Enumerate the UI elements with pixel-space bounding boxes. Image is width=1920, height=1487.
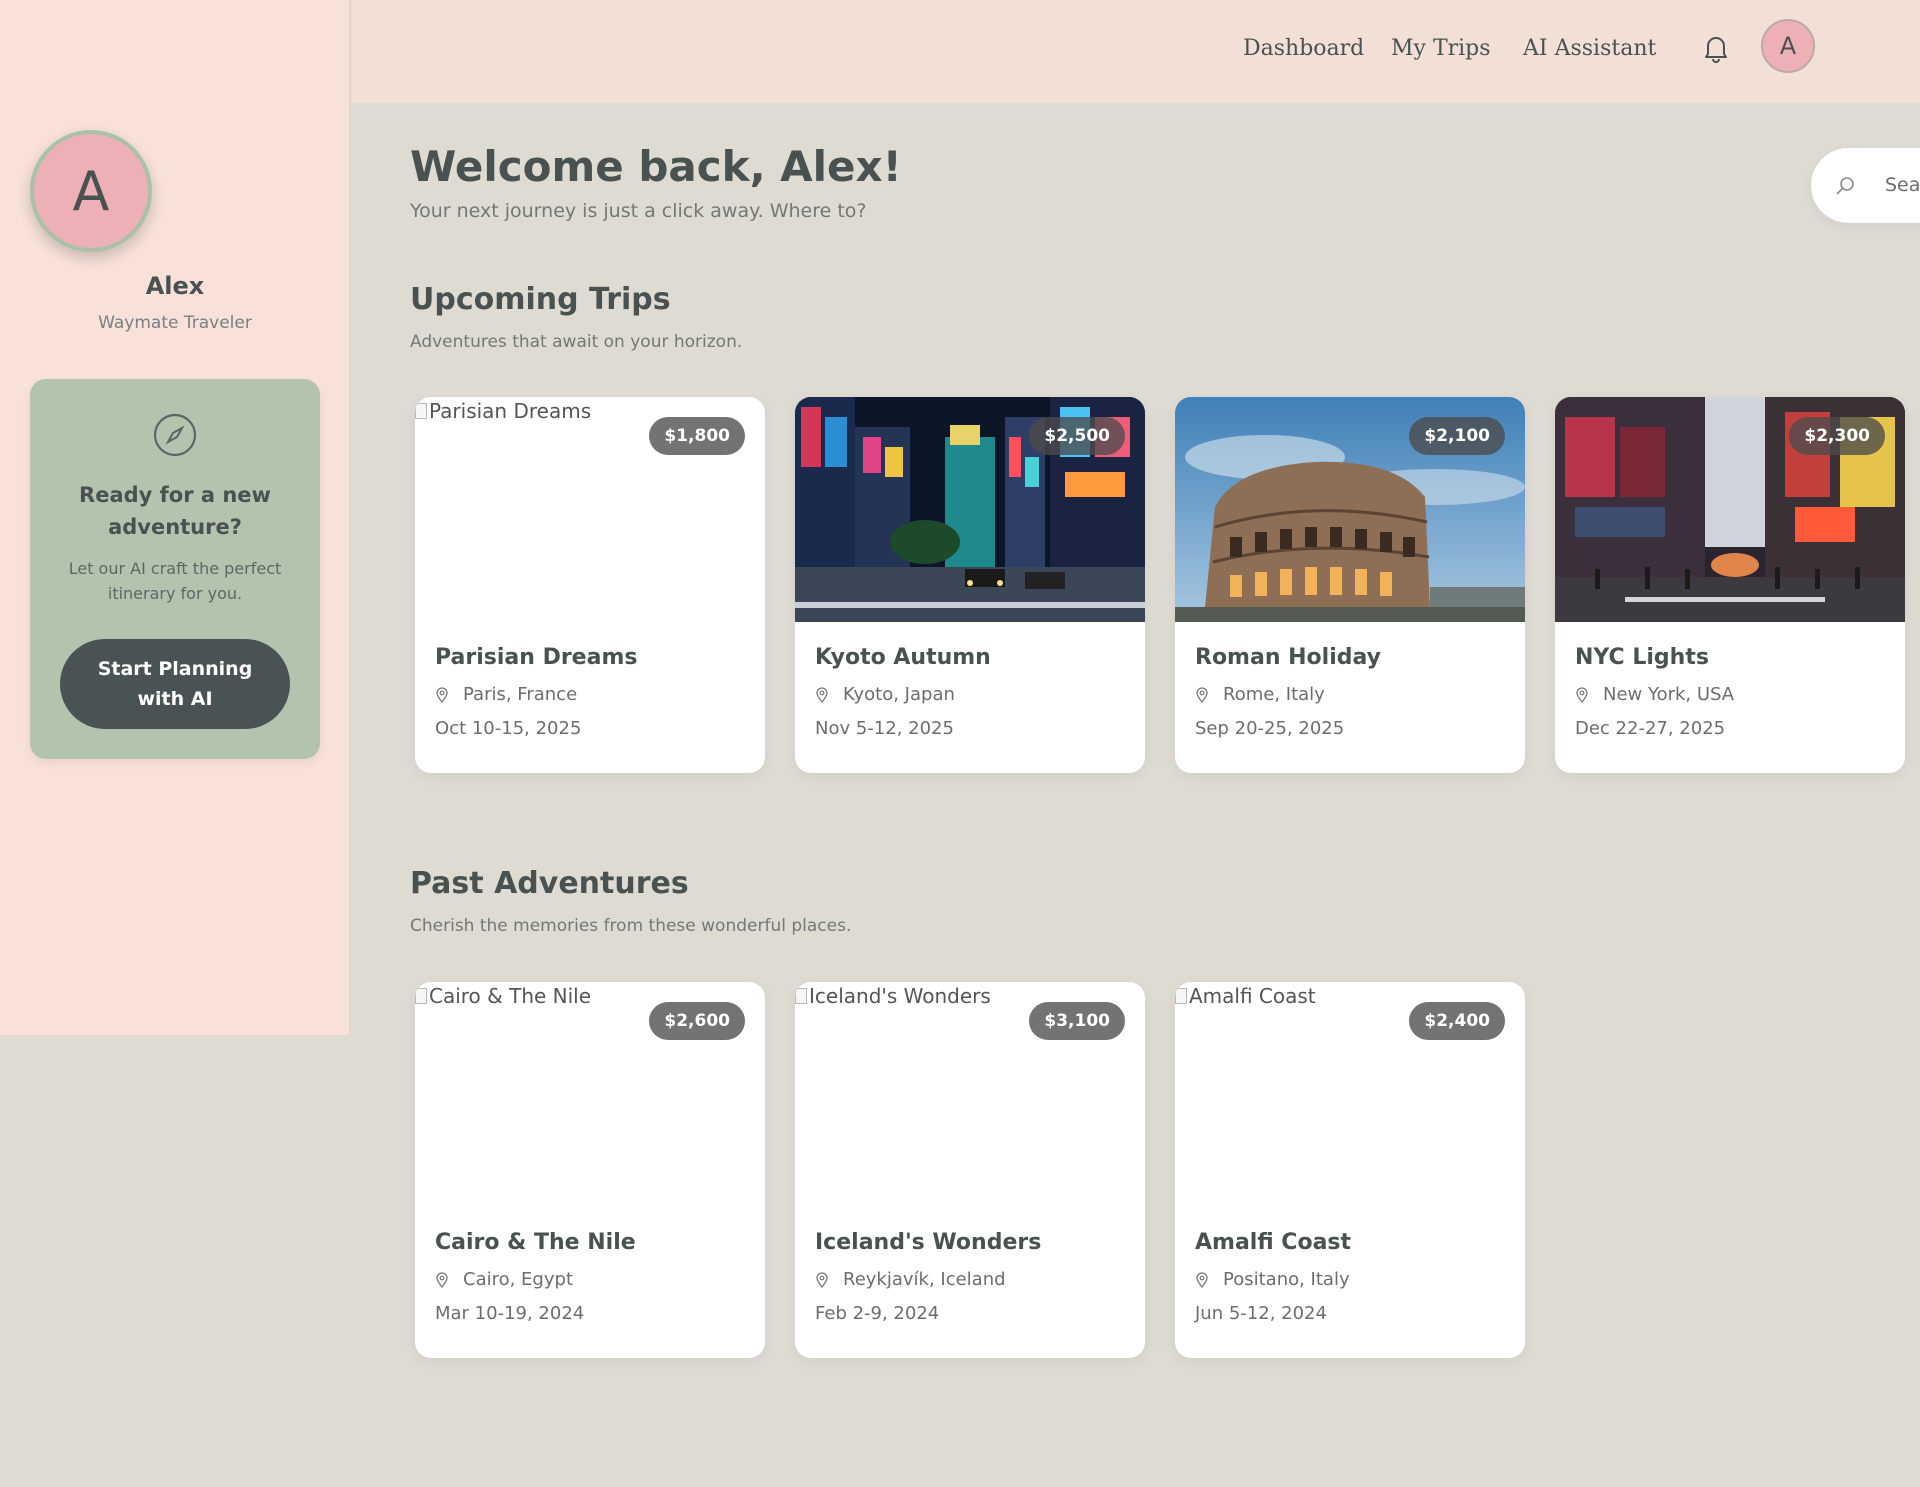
trip-card[interactable]: $2,500 Kyoto Autumn Kyoto, Japan Nov 5-1… bbox=[795, 397, 1145, 773]
broken-image-icon bbox=[795, 988, 807, 1004]
image-alt-text: Parisian Dreams bbox=[415, 399, 591, 423]
ai-promo-card: Ready for a new adventure? Let our AI cr… bbox=[30, 379, 320, 759]
trip-dates: Jun 5-12, 2024 bbox=[1195, 1303, 1327, 1324]
search-icon bbox=[1836, 177, 1854, 195]
image-alt-text: Iceland's Wonders bbox=[795, 984, 991, 1008]
user-role: Waymate Traveler bbox=[98, 313, 252, 333]
location-pin-icon bbox=[816, 1271, 828, 1288]
price-badge: $2,300 bbox=[1789, 417, 1885, 455]
user-name: Alex bbox=[145, 272, 205, 300]
bell-icon[interactable] bbox=[1700, 32, 1732, 64]
trip-title: Parisian Dreams bbox=[435, 645, 638, 670]
search-input[interactable] bbox=[1885, 168, 1920, 202]
trip-title: Amalfi Coast bbox=[1195, 1230, 1352, 1255]
trip-card[interactable]: $2,100 Roman Holiday Rome, Italy Sep 20-… bbox=[1175, 397, 1525, 773]
nav-ai-assistant[interactable]: AI Assistant bbox=[1523, 36, 1656, 61]
price-badge: $1,800 bbox=[649, 417, 745, 455]
location-pin-icon bbox=[436, 686, 448, 703]
trip-title: NYC Lights bbox=[1575, 645, 1709, 670]
trip-dates: Nov 5-12, 2025 bbox=[815, 718, 954, 739]
promo-text: Let our AI craft the perfect itinerary f… bbox=[68, 559, 282, 603]
location-pin-icon bbox=[436, 1271, 448, 1288]
trip-card[interactable]: Parisian Dreams $1,800 Parisian Dreams P… bbox=[415, 397, 765, 773]
location-pin-icon bbox=[1196, 686, 1208, 703]
image-alt-text: Amalfi Coast bbox=[1175, 984, 1316, 1008]
trip-dates: Dec 22-27, 2025 bbox=[1575, 718, 1726, 739]
profile-avatar[interactable]: A bbox=[30, 130, 152, 252]
location-pin-icon bbox=[1576, 686, 1588, 703]
trip-card[interactable]: $2,300 NYC Lights New York, USA Dec 22-2… bbox=[1555, 397, 1905, 773]
price-badge: $3,100 bbox=[1029, 1002, 1125, 1040]
trip-location: Kyoto, Japan bbox=[815, 684, 955, 705]
trip-title: Roman Holiday bbox=[1195, 645, 1382, 670]
trip-title: Cairo & The Nile bbox=[435, 1230, 636, 1255]
price-badge: $2,500 bbox=[1029, 417, 1125, 455]
compass-icon bbox=[153, 413, 197, 457]
broken-image-icon bbox=[415, 403, 427, 419]
image-alt-text: Cairo & The Nile bbox=[415, 984, 591, 1008]
nav-my-trips[interactable]: My Trips bbox=[1391, 36, 1491, 61]
trip-location: Cairo, Egypt bbox=[435, 1269, 573, 1290]
trip-dates: Feb 2-9, 2024 bbox=[815, 1303, 940, 1324]
promo-title: Ready for a new adventure? bbox=[79, 483, 271, 539]
trip-location: Paris, France bbox=[435, 684, 577, 705]
trip-dates: Mar 10-19, 2024 bbox=[435, 1303, 585, 1324]
upcoming-subtitle: Adventures that await on your horizon. bbox=[410, 332, 743, 352]
price-badge: $2,400 bbox=[1409, 1002, 1505, 1040]
trip-title: Iceland's Wonders bbox=[815, 1230, 1042, 1255]
past-title: Past Adventures bbox=[410, 866, 689, 901]
trip-dates: Sep 20-25, 2025 bbox=[1195, 718, 1345, 739]
price-badge: $2,100 bbox=[1409, 417, 1505, 455]
location-pin-icon bbox=[1196, 1271, 1208, 1288]
trip-dates: Oct 10-15, 2025 bbox=[435, 718, 582, 739]
search-bar[interactable] bbox=[1811, 148, 1920, 223]
trip-card[interactable]: Amalfi Coast $2,400 Amalfi Coast Positan… bbox=[1175, 982, 1525, 1358]
upcoming-title: Upcoming Trips bbox=[410, 282, 671, 317]
trip-card[interactable]: Cairo & The Nile $2,600 Cairo & The Nile… bbox=[415, 982, 765, 1358]
trip-location: Rome, Italy bbox=[1195, 684, 1325, 705]
trip-location: Reykjavík, Iceland bbox=[815, 1269, 1006, 1290]
start-planning-button[interactable]: Start Planning with AI bbox=[60, 639, 290, 729]
trip-location: New York, USA bbox=[1575, 684, 1734, 705]
welcome-title: Welcome back, Alex! bbox=[410, 142, 902, 191]
price-badge: $2,600 bbox=[649, 1002, 745, 1040]
header-avatar[interactable]: A bbox=[1761, 19, 1815, 73]
top-navbar: Dashboard My Trips AI Assistant A bbox=[351, 0, 1920, 103]
broken-image-icon bbox=[415, 988, 427, 1004]
broken-image-icon bbox=[1175, 988, 1187, 1004]
sidebar: A Alex Waymate Traveler Ready for a new … bbox=[0, 0, 350, 1035]
welcome-subtitle: Your next journey is just a click away. … bbox=[410, 200, 867, 222]
nav-dashboard[interactable]: Dashboard bbox=[1243, 36, 1364, 61]
trip-title: Kyoto Autumn bbox=[815, 645, 991, 670]
location-pin-icon bbox=[816, 686, 828, 703]
trip-card[interactable]: Iceland's Wonders $3,100 Iceland's Wonde… bbox=[795, 982, 1145, 1358]
past-subtitle: Cherish the memories from these wonderfu… bbox=[410, 916, 852, 936]
trip-location: Positano, Italy bbox=[1195, 1269, 1350, 1290]
